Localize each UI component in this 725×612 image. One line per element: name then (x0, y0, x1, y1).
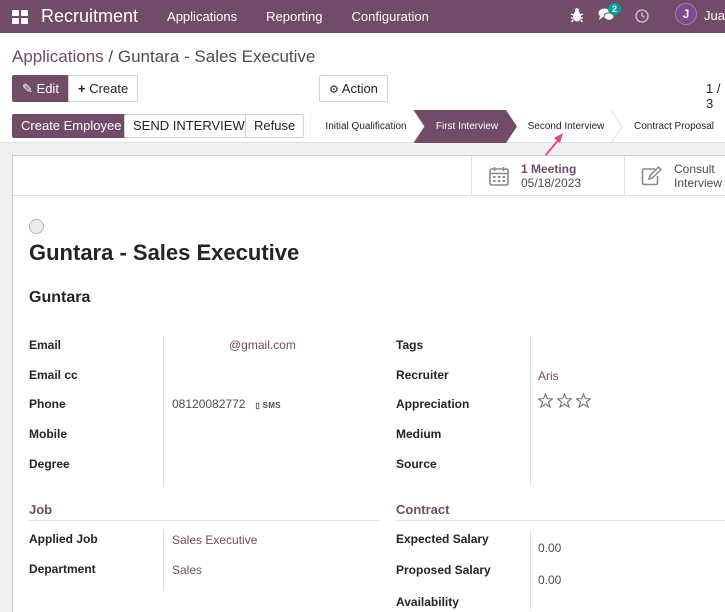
refuse-button[interactable]: Refuse (245, 114, 305, 138)
app-name[interactable]: Recruitment (41, 6, 138, 27)
menu-reporting[interactable]: Reporting (266, 9, 322, 24)
sms-button[interactable]: ▯ SMS (255, 401, 280, 410)
star-icon[interactable] (538, 393, 553, 408)
menu-applications[interactable]: Applications (167, 9, 237, 24)
job-group-divider (163, 530, 164, 590)
department-value[interactable]: Sales (172, 563, 202, 577)
proposed-salary-value[interactable]: 0.00 (538, 573, 561, 587)
star-icon[interactable] (576, 393, 591, 408)
email-value[interactable]: @gmail.com (229, 338, 296, 352)
job-section-title: Job (29, 502, 53, 517)
edit-button[interactable]: ✎ Edit (12, 75, 69, 102)
calendar-icon (489, 167, 509, 186)
proposed-salary-label: Proposed Salary (396, 563, 491, 577)
pager-value[interactable]: 1 / 3 (706, 81, 725, 111)
edit-form-icon (641, 166, 662, 186)
action-button-label: Action (341, 81, 378, 96)
phone-label: Phone (29, 397, 66, 411)
medium-label: Medium (396, 427, 442, 441)
source-label: Source (396, 457, 437, 471)
create-button[interactable]: + Create (68, 75, 139, 102)
availability-label: Availability (396, 595, 459, 609)
sms-label: SMS (262, 401, 281, 410)
debug-bug-icon[interactable] (570, 7, 584, 23)
phone-value[interactable]: 08120082772 ▯ SMS (172, 397, 281, 411)
plus-icon: + (78, 81, 86, 96)
smart-button-box: 1 Meeting 05/18/2023 Consult Interview (13, 156, 725, 196)
left-group-divider (163, 336, 164, 486)
meeting-count-label: 1 Meeting (521, 162, 577, 176)
send-interview-button[interactable]: SEND INTERVIEW (124, 114, 254, 138)
user-name[interactable]: Jual (704, 8, 725, 23)
stage-contract-proposal[interactable]: Contract Proposal (625, 110, 723, 143)
contract-group-divider (530, 530, 531, 610)
applicant-name[interactable]: Guntara (29, 289, 90, 307)
applied-job-value[interactable]: Sales Executive (172, 533, 257, 547)
consult-interview-button[interactable]: Consult Interview (624, 156, 725, 196)
user-avatar[interactable]: J (675, 3, 697, 25)
mobile-icon: ▯ (255, 401, 261, 410)
applied-job-label: Applied Job (29, 532, 98, 546)
stage-initial-qualification[interactable]: Initial Qualification (313, 110, 419, 143)
create-employee-button[interactable]: Create Employee (12, 114, 131, 138)
applicant-title[interactable]: Guntara - Sales Executive (29, 240, 299, 266)
mobile-label: Mobile (29, 427, 67, 441)
menu-configuration[interactable]: Configuration (352, 9, 429, 24)
recruiter-value[interactable]: Aris (538, 369, 559, 383)
expected-salary-value[interactable]: 0.00 (538, 541, 561, 555)
job-section-divider (29, 520, 379, 521)
appreciation-label: Appreciation (396, 397, 470, 411)
email-label: Email (29, 338, 62, 352)
degree-label: Degree (29, 457, 70, 471)
apps-menu-icon[interactable] (12, 9, 28, 24)
top-navbar: Recruitment Applications Reporting Confi… (0, 0, 725, 33)
chat-count-badge: 2 (608, 3, 622, 15)
create-button-label: Create (89, 81, 129, 96)
edit-button-label: Edit (36, 81, 59, 96)
phone-number: 08120082772 (172, 397, 246, 411)
stage-first-interview[interactable]: First Interview (425, 110, 509, 143)
breadcrumb-current: Guntara - Sales Executive (117, 47, 316, 66)
email-cc-label: Email cc (29, 368, 78, 382)
breadcrumb-separator: / (108, 47, 114, 66)
contract-section-divider (396, 520, 725, 521)
consult-label-line2: Interview (674, 176, 723, 190)
meeting-smart-button[interactable]: 1 Meeting 05/18/2023 (471, 156, 624, 196)
tags-label: Tags (396, 338, 424, 352)
kanban-state-toggle[interactable] (29, 219, 44, 234)
breadcrumb-applications[interactable]: Applications (12, 47, 104, 66)
activity-clock-icon[interactable] (635, 9, 649, 23)
expected-salary-label: Expected Salary (396, 532, 489, 546)
consult-label-line1: Consult (674, 162, 715, 176)
right-group-divider (530, 336, 531, 486)
meeting-date: 05/18/2023 (521, 176, 582, 190)
contract-section-title: Contract (396, 502, 450, 517)
form-sheet: 1 Meeting 05/18/2023 Consult Interview G… (12, 155, 725, 612)
breadcrumb: Applications / Guntara - Sales Executive (12, 47, 315, 67)
star-icon[interactable] (557, 393, 572, 408)
status-bar: Create Employee SEND INTERVIEW Refuse In… (0, 110, 725, 143)
action-button[interactable]: ⚙ Action (319, 75, 388, 102)
recruiter-label: Recruiter (396, 368, 449, 382)
gear-icon: ⚙ (329, 84, 339, 96)
department-label: Department (29, 562, 96, 576)
pencil-icon: ✎ (22, 81, 33, 96)
